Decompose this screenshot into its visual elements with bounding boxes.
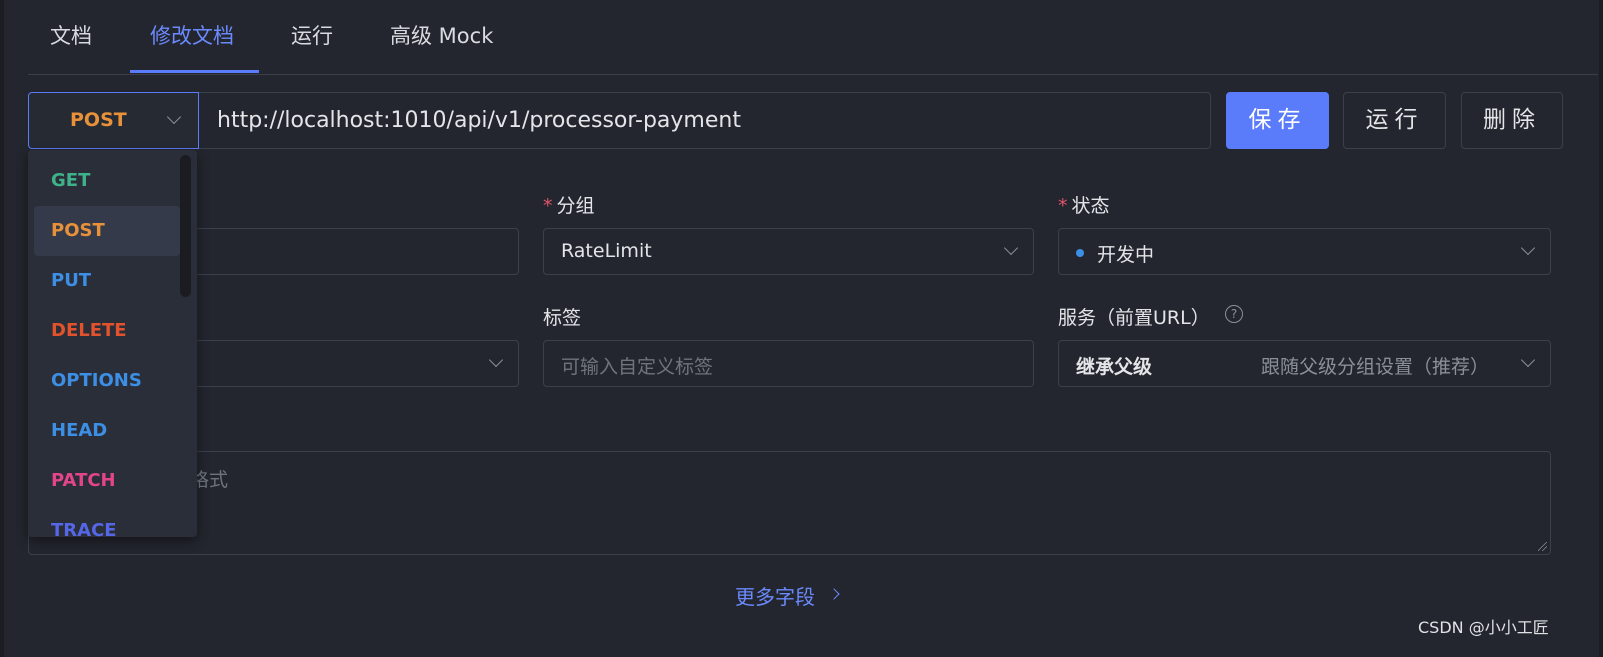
status-select[interactable]: 开发中	[1058, 228, 1551, 275]
service-value: 继承父级	[1076, 356, 1153, 378]
method-option-head[interactable]: HEAD	[34, 406, 180, 456]
group-select[interactable]: RateLimit	[543, 228, 1034, 275]
method-option-options[interactable]: OPTIONS	[34, 356, 180, 406]
group-value: RateLimit	[561, 240, 652, 262]
save-button[interactable]: 保存	[1226, 92, 1329, 149]
run-button[interactable]: 运行	[1343, 92, 1446, 149]
watermark: CSDN @小小工匠	[1418, 618, 1549, 637]
tags-label: 标签	[543, 307, 582, 329]
tab-docs[interactable]: 文档	[50, 20, 92, 56]
service-hint: 跟随父级分组设置（推荐）	[1261, 356, 1490, 378]
tab-run[interactable]: 运行	[291, 20, 333, 56]
service-label: 服务（前置URL）	[1058, 307, 1210, 329]
method-select[interactable]: POST	[28, 92, 199, 149]
service-select[interactable]: 继承父级 跟随父级分组设置（推荐）	[1058, 340, 1551, 387]
url-input[interactable]: http://localhost:1010/api/v1/processor-p…	[199, 92, 1211, 149]
chevron-down-icon	[488, 352, 504, 368]
right-edge	[1599, 0, 1603, 657]
chevron-down-icon	[1520, 352, 1536, 368]
status-label: * 状态	[1058, 195, 1110, 217]
tab-advanced-mock[interactable]: 高级 Mock	[390, 20, 493, 56]
group-label: * 分组	[543, 195, 595, 217]
delete-button[interactable]: 删除	[1461, 92, 1563, 149]
chevron-down-icon	[1520, 240, 1536, 256]
tags-placeholder: 可输入自定义标签	[561, 356, 714, 378]
method-option-post[interactable]: POST	[34, 206, 180, 256]
method-option-put[interactable]: PUT	[34, 256, 180, 306]
help-icon[interactable]: ?	[1225, 305, 1243, 323]
tab-bar: 文档 修改文档 运行 高级 Mock	[28, 0, 1598, 75]
tab-edit-docs[interactable]: 修改文档	[150, 20, 234, 56]
dropdown-scrollbar[interactable]	[180, 155, 191, 297]
method-option-delete[interactable]: DELETE	[34, 306, 180, 356]
status-value: 开发中	[1097, 244, 1155, 266]
status-dot-icon	[1076, 249, 1084, 257]
more-fields-label: 更多字段	[735, 585, 815, 609]
more-fields-link[interactable]: 更多字段	[735, 581, 840, 610]
method-option-get[interactable]: GET	[34, 156, 180, 206]
left-edge	[0, 0, 4, 657]
resize-handle-icon[interactable]	[1538, 542, 1547, 551]
method-option-trace[interactable]: TRACE	[34, 506, 180, 537]
active-tab-indicator	[130, 70, 259, 73]
chevron-down-icon	[166, 109, 182, 125]
chevron-down-icon	[1003, 240, 1019, 256]
chevron-right-icon	[828, 588, 840, 600]
tags-input[interactable]: 可输入自定义标签	[543, 340, 1034, 387]
description-textarea[interactable]: 格式	[28, 451, 1551, 555]
method-select-value: POST	[70, 109, 127, 131]
method-dropdown: GET POST PUT DELETE OPTIONS HEAD PATCH T…	[28, 150, 197, 537]
method-option-patch[interactable]: PATCH	[34, 456, 180, 506]
